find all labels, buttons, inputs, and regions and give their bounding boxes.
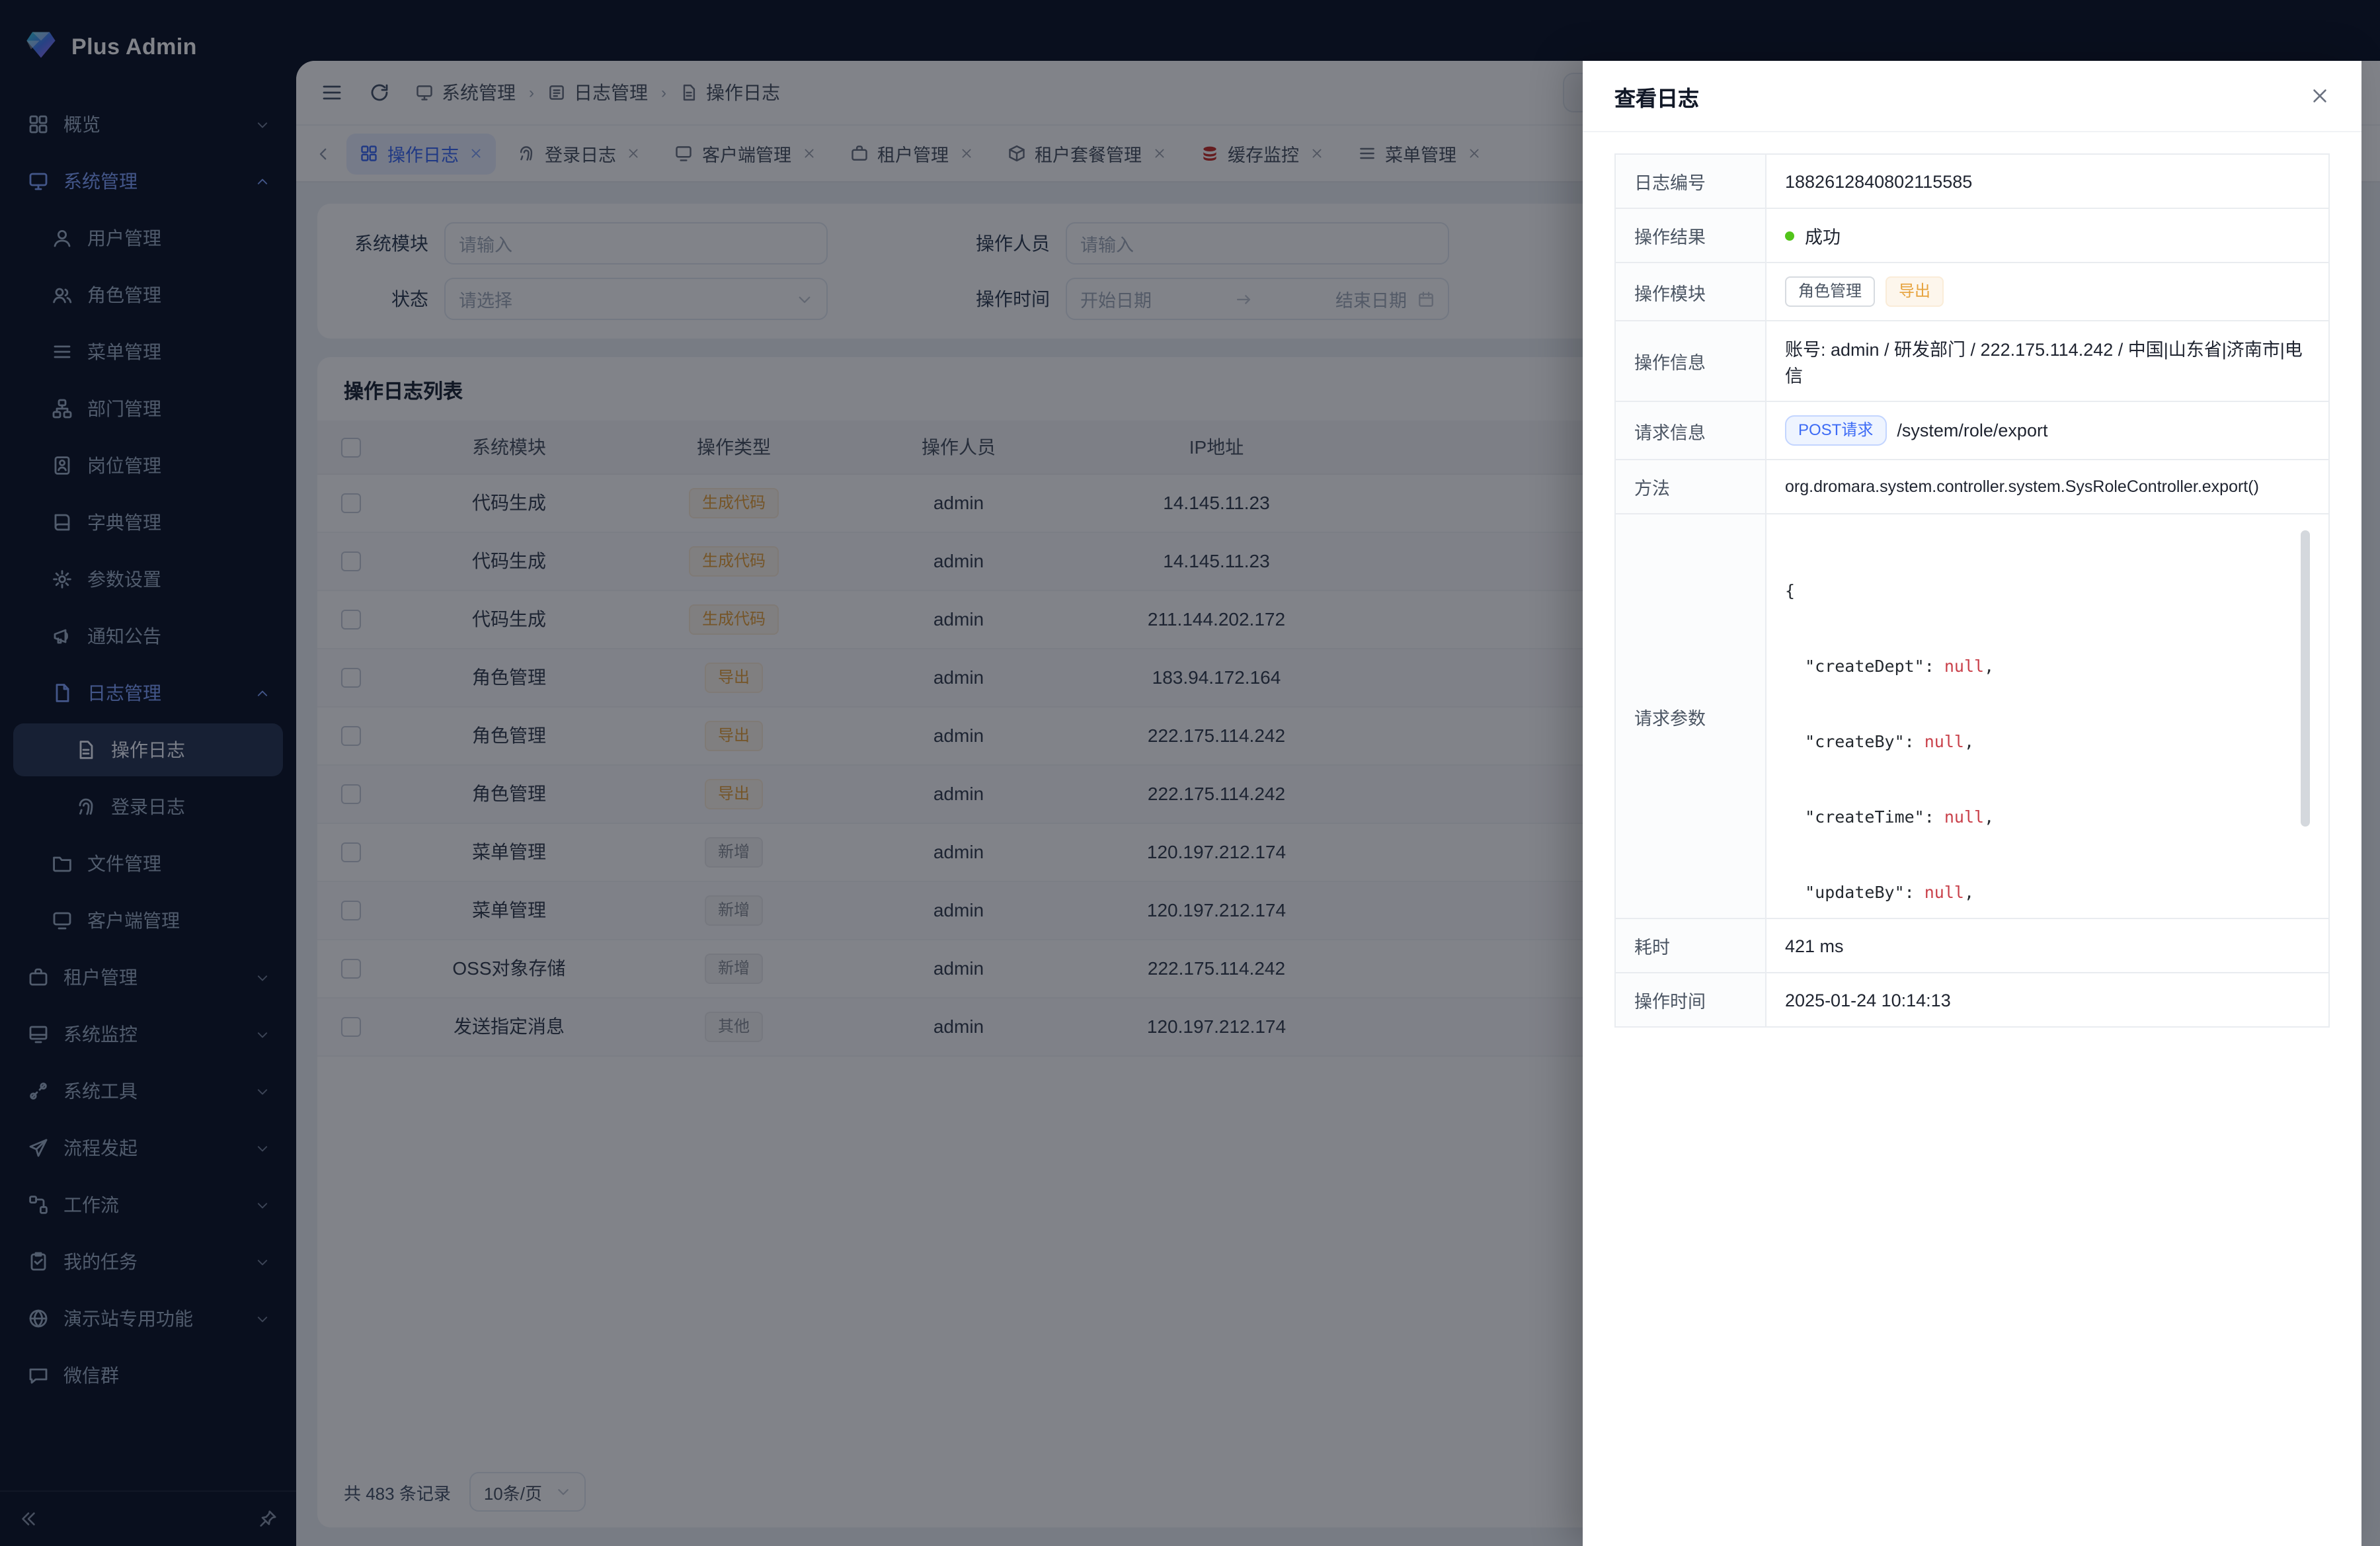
app-root: Plus Admin 概览 系统管理 用户管理 角色管理 菜单管理 部门管理 岗… [0,0,2380,1546]
field-result: 操作结果 成功 [1616,209,2328,263]
duration-value: 421 ms [1766,919,2328,972]
log-detail-table: 日志编号 1882612840802115585 操作结果 成功 操作模块 角色… [1614,153,2330,1028]
field-info: 操作信息 账号: admin / 研发部门 / 222.175.114.242 … [1616,321,2328,402]
field-method: 方法 org.dromara.system.controller.system.… [1616,460,2328,514]
field-request: 请求信息 POST请求 /system/role/export [1616,402,2328,460]
field-params: 请求参数 { "createDept": null, "createBy": n… [1616,514,2328,919]
json-line: "createDept": null, [1785,653,2310,678]
close-icon[interactable] [2310,86,2330,106]
field-duration: 耗时 421 ms [1616,919,2328,973]
drawer-title: 查看日志 [1614,80,1699,112]
field-log-id: 日志编号 1882612840802115585 [1616,155,2328,209]
success-dot-icon [1785,231,1794,240]
json-line: { [1785,578,2310,603]
json-line: "createBy": null, [1785,729,2310,754]
request-params-json: { "createDept": null, "createBy": null, … [1785,528,2310,905]
drawer-header: 查看日志 [1583,61,2361,132]
json-line: "updateBy": null, [1785,879,2310,905]
operation-time-value: 2025-01-24 10:14:13 [1766,973,2328,1026]
result-value: 成功 [1805,222,1841,249]
log-id-value: 1882612840802115585 [1766,155,2328,208]
request-url: /system/role/export [1897,421,2047,440]
module-tag: 角色管理 [1785,276,1875,307]
operation-type-tag: 导出 [1885,276,1944,307]
field-time: 操作时间 2025-01-24 10:14:13 [1616,973,2328,1026]
json-line: "createTime": null, [1785,804,2310,829]
json-scrollbar[interactable] [2301,530,2310,827]
drawer-body: 日志编号 1882612840802115585 操作结果 成功 操作模块 角色… [1583,132,2361,1049]
field-module: 操作模块 角色管理 导出 [1616,263,2328,321]
http-method-tag: POST请求 [1785,415,1886,446]
view-log-drawer: 查看日志 日志编号 1882612840802115585 操作结果 成功 操作… [1583,61,2361,1546]
operation-info-value: 账号: admin / 研发部门 / 222.175.114.242 / 中国|… [1766,321,2328,401]
method-value: org.dromara.system.controller.system.Sys… [1766,460,2328,513]
